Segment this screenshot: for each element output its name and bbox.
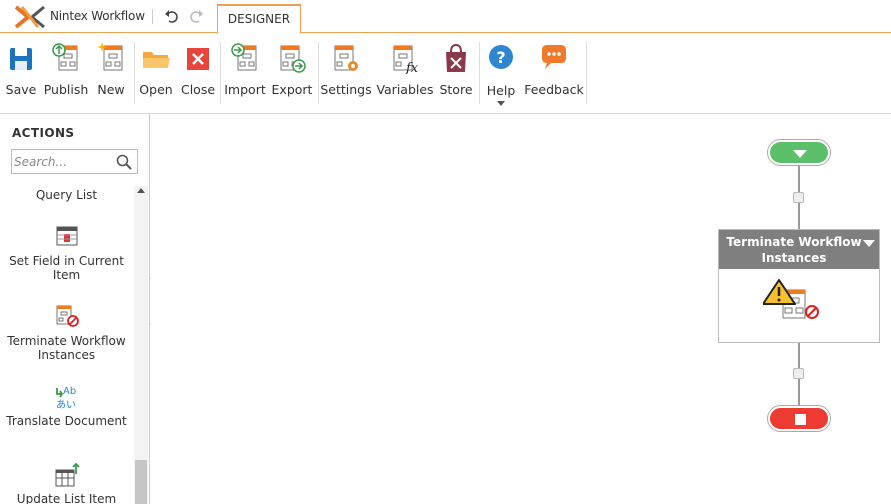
undo-icon[interactable]	[164, 8, 180, 24]
search-icon[interactable]	[116, 154, 132, 170]
save-icon	[10, 48, 32, 70]
help-label: Help	[486, 83, 516, 98]
nintex-workflow-designer: Nintex Workflow DESIGNER Save Publish Ne…	[0, 0, 891, 504]
import-button[interactable]: Import	[222, 34, 268, 106]
publish-icon	[52, 43, 78, 71]
ribbon-separator	[586, 42, 587, 104]
variables-icon: fx	[393, 45, 419, 74]
save-label: Save	[5, 82, 37, 97]
store-label: Store	[439, 82, 473, 97]
scroll-up-arrow-icon[interactable]	[137, 188, 145, 193]
redo-icon[interactable]	[188, 8, 204, 24]
list-item-update-list-item[interactable]: Update List Item	[0, 462, 133, 504]
settings-button[interactable]: Settings	[320, 34, 372, 106]
actions-title: ACTIONS	[12, 126, 75, 140]
help-icon: ?	[489, 45, 513, 69]
title-separator	[152, 9, 153, 24]
drop-zone-handle[interactable]	[793, 368, 804, 379]
action-title: Terminate Workflow Instances	[726, 235, 862, 265]
actions-scrollbar[interactable]	[134, 186, 148, 504]
variables-label: Variables	[376, 82, 434, 97]
list-item-label: Update List Item	[16, 492, 117, 504]
list-item-query-list[interactable]: Query List	[0, 188, 133, 202]
save-button[interactable]: Save	[0, 34, 42, 106]
start-arrow-icon	[793, 150, 807, 158]
new-label: New	[97, 82, 125, 97]
list-item-label: Terminate Workflow Instances	[7, 334, 126, 362]
close-button[interactable]: Close	[178, 34, 218, 106]
settings-icon	[334, 45, 358, 71]
list-item-terminate-workflow-instances[interactable]: Terminate Workflow Instances	[0, 304, 133, 362]
workflow-start-node[interactable]	[768, 140, 830, 165]
folder-icon	[143, 52, 170, 68]
actions-panel: ACTIONS Query List Set Field in Current …	[0, 114, 150, 504]
list-item-label: Translate Document	[6, 414, 127, 428]
translate-icon: Ab あい	[56, 386, 76, 410]
warning-terminate-icon	[763, 279, 819, 319]
action-menu-dropdown-icon[interactable]	[863, 240, 875, 247]
ribbon-separator	[479, 42, 480, 104]
open-button[interactable]: Open	[136, 34, 176, 106]
feedback-button[interactable]: Feedback	[523, 34, 585, 106]
app-brand: Nintex Workflow	[50, 9, 145, 23]
workflow-end-node[interactable]	[768, 406, 830, 431]
new-button[interactable]: New	[90, 34, 132, 106]
list-item-translate-document[interactable]: Ab あい Translate Document	[0, 384, 133, 428]
search-input[interactable]	[14, 152, 110, 171]
export-button[interactable]: Export	[268, 34, 316, 106]
help-button[interactable]: ? Help	[481, 34, 521, 106]
import-icon	[231, 43, 257, 71]
list-item-label: Query List	[35, 188, 98, 202]
feedback-label: Feedback	[524, 82, 584, 97]
export-label: Export	[271, 82, 313, 97]
stop-square-icon	[795, 414, 806, 425]
ribbon-separator	[220, 42, 221, 104]
ribbon-separator	[134, 42, 135, 104]
update-list-item-icon	[55, 462, 80, 487]
drop-zone-handle[interactable]	[793, 192, 804, 203]
set-field-icon	[56, 226, 77, 246]
svg-text:?: ?	[496, 48, 505, 67]
feedback-icon	[542, 45, 566, 69]
actions-list: Query List Set Field in Current Item Ter…	[0, 180, 133, 504]
actions-search	[11, 149, 138, 174]
import-label: Import	[224, 82, 266, 97]
title-bar: Nintex Workflow DESIGNER	[0, 0, 891, 34]
svg-text:あい: あい	[56, 399, 76, 410]
svg-text:fx: fx	[405, 61, 419, 74]
tab-designer[interactable]: DESIGNER	[217, 4, 301, 34]
store-button[interactable]: Store	[436, 34, 476, 106]
list-item-label: Set Field in Current Item	[9, 254, 124, 282]
workflow-action-terminate[interactable]: Terminate Workflow Instances	[718, 229, 880, 343]
settings-label: Settings	[320, 82, 372, 97]
scroll-thumb[interactable]	[135, 460, 147, 504]
variables-button[interactable]: fx Variables	[376, 34, 434, 106]
ribbon-toolbar: Save Publish New Open Close Import Expor…	[0, 34, 891, 114]
open-label: Open	[139, 82, 173, 97]
export-icon	[280, 45, 306, 73]
nintex-logo-icon	[14, 5, 45, 29]
close-label: Close	[180, 82, 216, 97]
ribbon-separator	[318, 42, 319, 104]
publish-button[interactable]: Publish	[42, 34, 90, 106]
list-item-set-field[interactable]: Set Field in Current Item	[0, 224, 133, 282]
publish-label: Publish	[43, 82, 89, 97]
terminate-workflow-icon	[56, 305, 79, 327]
svg-text:Ab: Ab	[63, 386, 76, 397]
store-icon	[446, 43, 466, 72]
new-icon	[97, 42, 123, 71]
close-icon	[187, 48, 209, 70]
action-header[interactable]: Terminate Workflow Instances	[719, 230, 879, 269]
chevron-down-icon[interactable]	[497, 101, 505, 106]
